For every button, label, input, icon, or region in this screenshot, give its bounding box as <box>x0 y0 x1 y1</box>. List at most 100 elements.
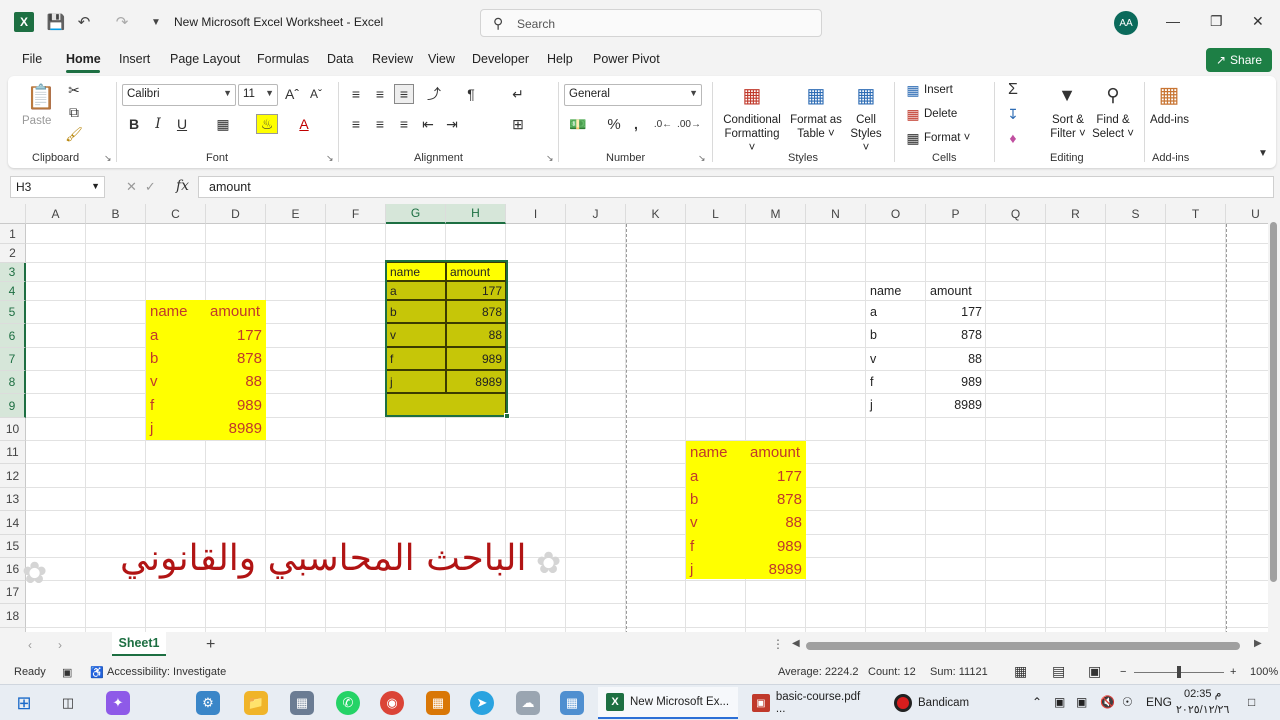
table-cell[interactable]: v <box>686 511 746 534</box>
tab-review[interactable]: Review <box>372 52 413 66</box>
table-cell[interactable]: v <box>866 347 926 370</box>
font-dialog-icon[interactable]: ↘ <box>326 153 334 164</box>
search-box[interactable]: ⚲ Search <box>480 9 822 37</box>
row-header-9[interactable]: 9 <box>0 394 26 418</box>
delete-cells-icon[interactable]: ▦ <box>904 106 922 122</box>
format-as-table-icon[interactable]: ▦ <box>802 82 830 108</box>
insert-cells-button[interactable]: Insert <box>924 83 953 97</box>
underline-button[interactable]: U <box>174 116 190 132</box>
normal-view-icon[interactable]: ▦ <box>1014 663 1027 680</box>
volume-icon[interactable]: 🔇 <box>1100 695 1115 709</box>
prev-sheet-icon[interactable]: ‹ <box>28 638 32 652</box>
restore-icon[interactable]: ❐ <box>1210 13 1223 30</box>
tab-formulas[interactable]: Formulas <box>257 52 309 66</box>
column-header-o[interactable]: O <box>866 204 926 224</box>
align-top-icon[interactable]: ≡ <box>348 86 364 102</box>
app-icon[interactable]: ▦ <box>560 691 584 715</box>
clock-date[interactable]: ٢٠٢٥/١٢/٢٦ <box>1176 703 1229 716</box>
column-header-b[interactable]: B <box>86 204 146 224</box>
row-header-6[interactable]: 6 <box>0 324 26 348</box>
zoom-slider-thumb[interactable] <box>1177 666 1181 678</box>
bold-button[interactable]: B <box>126 116 142 132</box>
format-as-table-button[interactable]: Format as Table ˅ <box>788 113 844 141</box>
font-color-icon[interactable]: A <box>296 116 312 132</box>
vertical-scrollbar[interactable] <box>1268 204 1280 632</box>
tab-data[interactable]: Data <box>327 52 353 66</box>
column-header-t[interactable]: T <box>1166 204 1226 224</box>
redo-icon[interactable]: ↷ <box>112 12 132 32</box>
table-cell[interactable]: 88 <box>926 347 986 370</box>
table-cell[interactable]: 8989 <box>746 558 806 581</box>
insert-function-button[interactable]: fx <box>176 178 189 194</box>
table-cell[interactable]: 878 <box>746 488 806 511</box>
align-bottom-icon[interactable]: ≡ <box>394 84 414 104</box>
whatsapp-icon[interactable]: ✆ <box>336 691 360 715</box>
chrome-icon[interactable]: ◉ <box>380 691 404 715</box>
tab-help[interactable]: Help <box>547 52 573 66</box>
name-box[interactable]: H3 ▼ <box>10 176 105 198</box>
column-header-c[interactable]: C <box>146 204 206 224</box>
more-options-icon[interactable]: ⋮ <box>772 637 784 651</box>
accessibility-status[interactable]: Accessibility: Investigate <box>107 666 226 678</box>
customize-qat-icon[interactable]: ▼ <box>146 12 166 32</box>
column-header-g[interactable]: G <box>386 204 446 224</box>
number-dialog-icon[interactable]: ↘ <box>698 153 706 164</box>
row-header-15[interactable]: 15 <box>0 535 26 558</box>
column-header-f[interactable]: F <box>326 204 386 224</box>
telegram-icon[interactable]: ➤ <box>470 691 494 715</box>
row-header-8[interactable]: 8 <box>0 371 26 394</box>
align-middle-icon[interactable]: ≡ <box>372 86 388 102</box>
page-break-view-icon[interactable]: ▣ <box>1088 663 1101 680</box>
table-header-cell[interactable]: amount <box>206 300 266 323</box>
table-cell[interactable]: b <box>866 323 926 347</box>
column-header-d[interactable]: D <box>206 204 266 224</box>
share-button[interactable]: ↗ Share <box>1206 48 1272 72</box>
table-cell[interactable]: 177 <box>746 464 806 488</box>
close-icon[interactable]: ✕ <box>1252 13 1264 30</box>
fill-icon[interactable]: ↧ <box>1004 106 1022 122</box>
zoom-level[interactable]: 100% <box>1250 666 1278 678</box>
notifications-icon[interactable]: □ <box>1248 695 1255 709</box>
column-header-u[interactable]: U <box>1226 204 1268 224</box>
save-icon[interactable]: 💾 <box>46 12 66 32</box>
undo-icon[interactable]: ↶ <box>74 12 94 32</box>
format-cells-button[interactable]: Format ˅ <box>924 131 970 145</box>
cell-styles-button[interactable]: Cell Styles ˅ <box>846 113 886 155</box>
italic-button[interactable]: I <box>150 116 166 132</box>
tab-page-layout[interactable]: Page Layout <box>170 52 240 66</box>
taskbar-bandicam[interactable]: Bandicam <box>886 687 1006 719</box>
table-cell[interactable]: f <box>146 393 206 417</box>
table-cell[interactable]: 8989 <box>206 417 266 440</box>
cut-icon[interactable]: ✂ <box>66 82 82 98</box>
add-sheet-button[interactable]: + <box>206 636 215 654</box>
windows-start-icon[interactable]: ⊞ <box>12 691 36 715</box>
delete-cells-button[interactable]: Delete <box>924 107 957 121</box>
collapse-ribbon-icon[interactable]: ▼ <box>1256 146 1270 160</box>
tab-view[interactable]: View <box>428 52 455 66</box>
show-hidden-icons-icon[interactable]: ⌃ <box>1032 695 1042 709</box>
fill-handle[interactable] <box>504 413 510 419</box>
minimize-icon[interactable]: — <box>1166 13 1180 29</box>
column-header-h[interactable]: H <box>446 204 506 224</box>
table-cell[interactable]: b <box>146 347 206 370</box>
alignment-dialog-icon[interactable]: ↘ <box>546 153 554 164</box>
user-avatar[interactable]: AA <box>1114 11 1138 35</box>
scroll-left-icon[interactable]: ◀ <box>792 638 800 649</box>
column-header-s[interactable]: S <box>1106 204 1166 224</box>
chevron-down-icon[interactable]: ▼ <box>91 181 100 191</box>
table-cell[interactable]: a <box>866 300 926 323</box>
table-cell[interactable]: a <box>686 464 746 488</box>
column-header-l[interactable]: L <box>686 204 746 224</box>
table-cell[interactable]: 989 <box>926 370 986 393</box>
increase-decimal-icon[interactable]: .0← <box>652 116 674 132</box>
font-name-combo[interactable]: Calibri ▼ <box>122 84 236 106</box>
zoom-out-icon[interactable]: − <box>1120 666 1126 678</box>
table-header-cell[interactable]: amount <box>926 281 986 300</box>
select-all-corner[interactable] <box>0 204 26 224</box>
conditional-formatting-icon[interactable]: ▦ <box>738 82 766 108</box>
row-header-2[interactable]: 2 <box>0 244 26 263</box>
conditional-formatting-button[interactable]: Conditional Formatting ˅ <box>720 113 784 155</box>
table-header-cell[interactable]: name <box>686 441 746 464</box>
cell-styles-icon[interactable]: ▦ <box>852 82 880 108</box>
clear-icon[interactable]: ♦ <box>1004 130 1022 146</box>
